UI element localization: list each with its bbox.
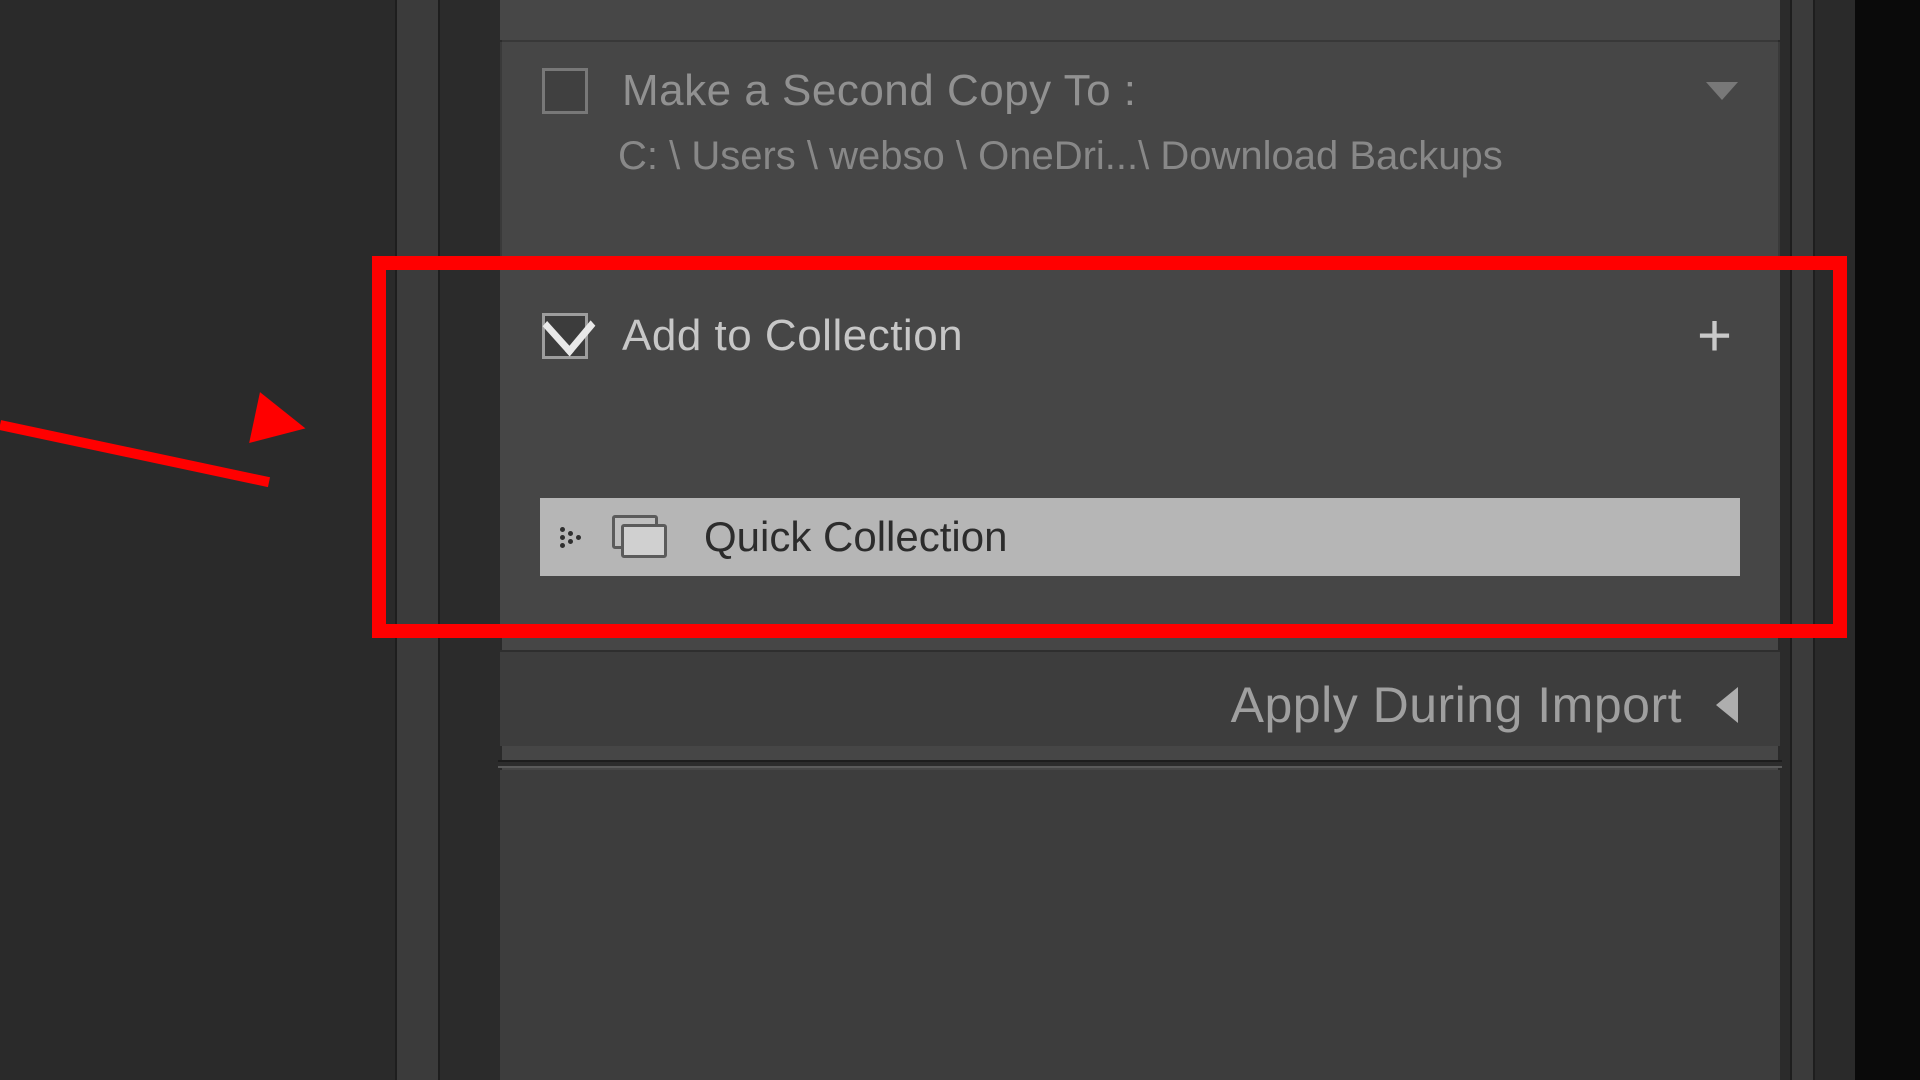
- apply-during-import-body: [500, 770, 1780, 1080]
- apply-during-import-divider: [498, 760, 1782, 768]
- second-copy-checkbox[interactable]: [542, 68, 588, 114]
- previous-section-sliver: [500, 0, 1780, 40]
- second-copy-label: Make a Second Copy To :: [622, 66, 1137, 116]
- add-to-collection-checkbox[interactable]: [542, 313, 588, 359]
- second-copy-dropdown-icon[interactable]: [1706, 82, 1738, 100]
- collapse-left-icon[interactable]: [1716, 687, 1738, 723]
- expand-handle-icon[interactable]: [560, 525, 584, 549]
- collection-stack-icon: [612, 515, 670, 559]
- second-copy-path[interactable]: C: \ Users \ webso \ OneDri...\ Download…: [500, 134, 1780, 209]
- selected-collection-name: Quick Collection: [704, 513, 1007, 561]
- selected-collection-row[interactable]: Quick Collection: [540, 498, 1740, 576]
- window-edge-black: [1855, 0, 1920, 1080]
- add-to-collection-section: Add to Collection + Quick Collection: [500, 258, 1780, 628]
- apply-during-import-label: Apply During Import: [1231, 676, 1682, 734]
- app-background-left: [0, 0, 395, 1080]
- panel-rail-left: [395, 0, 440, 1080]
- add-collection-plus-icon[interactable]: +: [1691, 306, 1738, 366]
- panel-rail-right: [1790, 0, 1815, 1080]
- add-to-collection-label: Add to Collection: [622, 311, 963, 361]
- second-copy-section: Make a Second Copy To : C: \ Users \ web…: [500, 40, 1780, 258]
- apply-during-import-header[interactable]: Apply During Import: [500, 650, 1780, 746]
